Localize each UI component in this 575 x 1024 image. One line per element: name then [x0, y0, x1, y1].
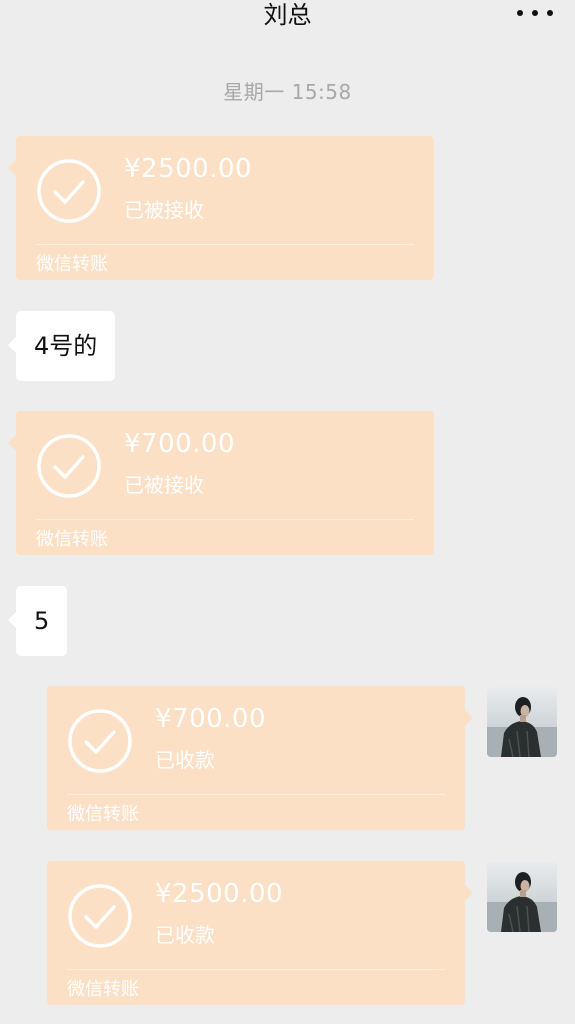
transfer-card[interactable]: ¥2500.00 已被接收 微信转账: [8, 136, 434, 280]
transfer-label: 微信转账: [67, 979, 139, 1000]
avatar-photo: [487, 862, 557, 932]
transfer-status: 已被接收: [124, 473, 204, 497]
check-circle-icon: [68, 709, 132, 773]
avatar-photo: [487, 687, 557, 757]
transfer-amount: ¥2500.00: [124, 154, 253, 184]
check-circle-icon: [37, 434, 101, 498]
transfer-label: 微信转账: [36, 254, 108, 275]
more-dots-icon[interactable]: [517, 2, 553, 24]
transfer-amount: ¥2500.00: [155, 879, 284, 909]
avatar[interactable]: [487, 687, 557, 757]
avatar[interactable]: [487, 862, 557, 932]
divider: [67, 794, 445, 795]
transfer-label: 微信转账: [67, 804, 139, 825]
transfer-card[interactable]: ¥700.00 已被接收 微信转账: [8, 411, 434, 555]
divider: [36, 244, 414, 245]
divider: [36, 519, 414, 520]
check-circle-icon: [68, 884, 132, 948]
text-message-bubble[interactable]: 4号的: [7, 311, 116, 381]
check-circle-icon: [37, 159, 101, 223]
chat-window: 刘总 星期一 15:58 ¥2500.00 已被接收 微信转账 4号的 ¥700…: [0, 0, 575, 1024]
dot: [547, 10, 553, 16]
transfer-card[interactable]: ¥700.00 已收款 微信转账: [47, 686, 473, 830]
text-message-bubble[interactable]: 5: [7, 586, 68, 656]
divider: [67, 969, 445, 970]
chat-title: 刘总: [263, 1, 312, 29]
message-timestamp: 星期一 15:58: [223, 80, 352, 104]
transfer-amount: ¥700.00: [124, 429, 236, 459]
transfer-status: 已被接收: [124, 198, 204, 222]
dot: [517, 10, 523, 16]
transfer-status: 已收款: [155, 748, 215, 772]
transfer-label: 微信转账: [36, 529, 108, 550]
transfer-card[interactable]: ¥2500.00 已收款 微信转账: [47, 861, 473, 1005]
dot: [532, 10, 538, 16]
transfer-status: 已收款: [155, 923, 215, 947]
transfer-amount: ¥700.00: [155, 704, 267, 734]
